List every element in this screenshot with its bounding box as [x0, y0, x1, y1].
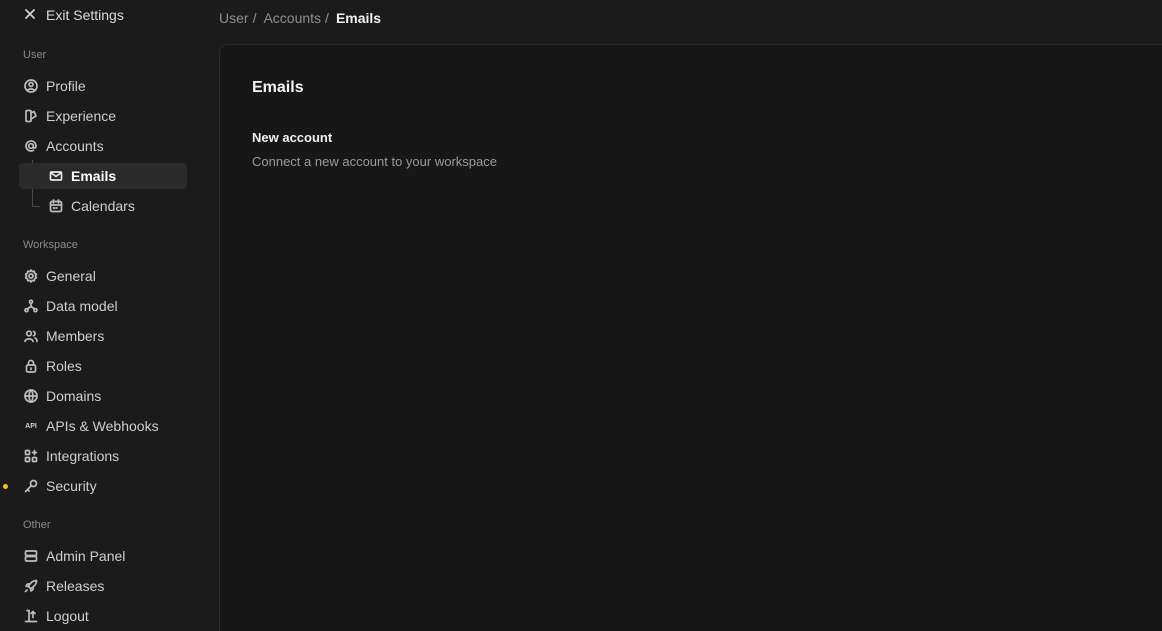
security-indicator-dot: [3, 484, 8, 489]
sidebar-item-emails[interactable]: Emails: [19, 163, 187, 189]
sidebar-item-label: Logout: [46, 608, 89, 624]
breadcrumb-separator: /: [252, 10, 257, 26]
gear-icon: [24, 269, 38, 283]
server-icon: [24, 549, 38, 563]
page-title: Emails: [252, 79, 304, 96]
sidebar-item-data-model[interactable]: Data model: [18, 293, 186, 319]
sidebar-item-general[interactable]: General: [18, 263, 186, 289]
section-label-other: Other: [23, 519, 51, 531]
sidebar-item-integrations[interactable]: Integrations: [18, 443, 186, 469]
sidebar-item-label: APIs & Webhooks: [46, 418, 159, 434]
sidebar-item-label: Roles: [46, 358, 82, 374]
sidebar-item-label: Calendars: [71, 198, 135, 214]
sidebar-item-experience[interactable]: Experience: [18, 103, 186, 129]
sidebar-item-apis-webhooks[interactable]: API APIs & Webhooks: [18, 413, 186, 439]
sidebar-item-profile[interactable]: Profile: [18, 73, 186, 99]
breadcrumb-user[interactable]: User: [219, 10, 249, 26]
settings-app: Exit Settings User Profile Experience Ac…: [0, 0, 1162, 631]
breadcrumb: User / Accounts / Emails: [219, 9, 381, 27]
breadcrumb-current: Emails: [335, 10, 382, 26]
close-icon: [24, 7, 36, 23]
users-icon: [24, 329, 38, 343]
new-account-description: Connect a new account to your workspace: [252, 154, 497, 169]
new-account-title: New account: [252, 130, 333, 145]
sidebar-item-releases[interactable]: Releases: [18, 573, 186, 599]
exit-settings-label: Exit Settings: [46, 7, 124, 23]
paint-icon: [24, 109, 38, 123]
exit-settings-button[interactable]: Exit Settings: [18, 4, 124, 26]
sidebar-item-label: Releases: [46, 578, 105, 594]
sidebar-item-label: Members: [46, 328, 105, 344]
sidebar-item-label: Domains: [46, 388, 102, 404]
sidebar-item-domains[interactable]: Domains: [18, 383, 186, 409]
sidebar-item-calendars[interactable]: Calendars: [43, 193, 186, 219]
sidebar-item-security[interactable]: Security: [18, 473, 186, 499]
sidebar-item-admin-panel[interactable]: Admin Panel: [18, 543, 186, 569]
sidebar-item-label: Integrations: [46, 448, 120, 464]
calendar-icon: [49, 199, 63, 213]
lock-icon: [24, 359, 38, 373]
globe-icon: [24, 389, 38, 403]
section-label-user: User: [23, 49, 47, 61]
sidebar-item-label: Security: [46, 478, 97, 494]
user-circle-icon: [24, 79, 38, 93]
sidebar-item-label: Experience: [46, 108, 117, 124]
sidebar-item-label: Admin Panel: [46, 548, 126, 564]
at-sign-icon: [24, 139, 38, 153]
rocket-icon: [24, 579, 38, 593]
mail-icon: [49, 169, 63, 183]
hierarchy-icon: [24, 299, 38, 313]
sidebar-item-label: Profile: [46, 78, 86, 94]
sidebar-item-label: Emails: [71, 168, 117, 184]
sidebar-item-members[interactable]: Members: [18, 323, 186, 349]
section-label-workspace: Workspace: [23, 239, 78, 251]
breadcrumb-accounts[interactable]: Accounts: [263, 10, 321, 26]
main-panel: Emails New account Connect a new account…: [219, 44, 1162, 631]
sidebar: Exit Settings User Profile Experience Ac…: [0, 0, 219, 631]
sidebar-item-logout[interactable]: Logout: [18, 603, 186, 629]
sidebar-item-label: General: [46, 268, 96, 284]
logout-icon: [24, 609, 38, 623]
sidebar-item-accounts[interactable]: Accounts: [18, 133, 186, 159]
breadcrumb-separator: /: [325, 10, 329, 26]
sidebar-item-label: Accounts: [46, 138, 104, 154]
api-icon: API: [25, 422, 37, 430]
sidebar-item-label: Data model: [46, 298, 118, 314]
apps-icon: [24, 449, 38, 463]
key-icon: [24, 479, 38, 493]
sidebar-item-roles[interactable]: Roles: [18, 353, 186, 379]
tree-connector: [32, 206, 40, 207]
